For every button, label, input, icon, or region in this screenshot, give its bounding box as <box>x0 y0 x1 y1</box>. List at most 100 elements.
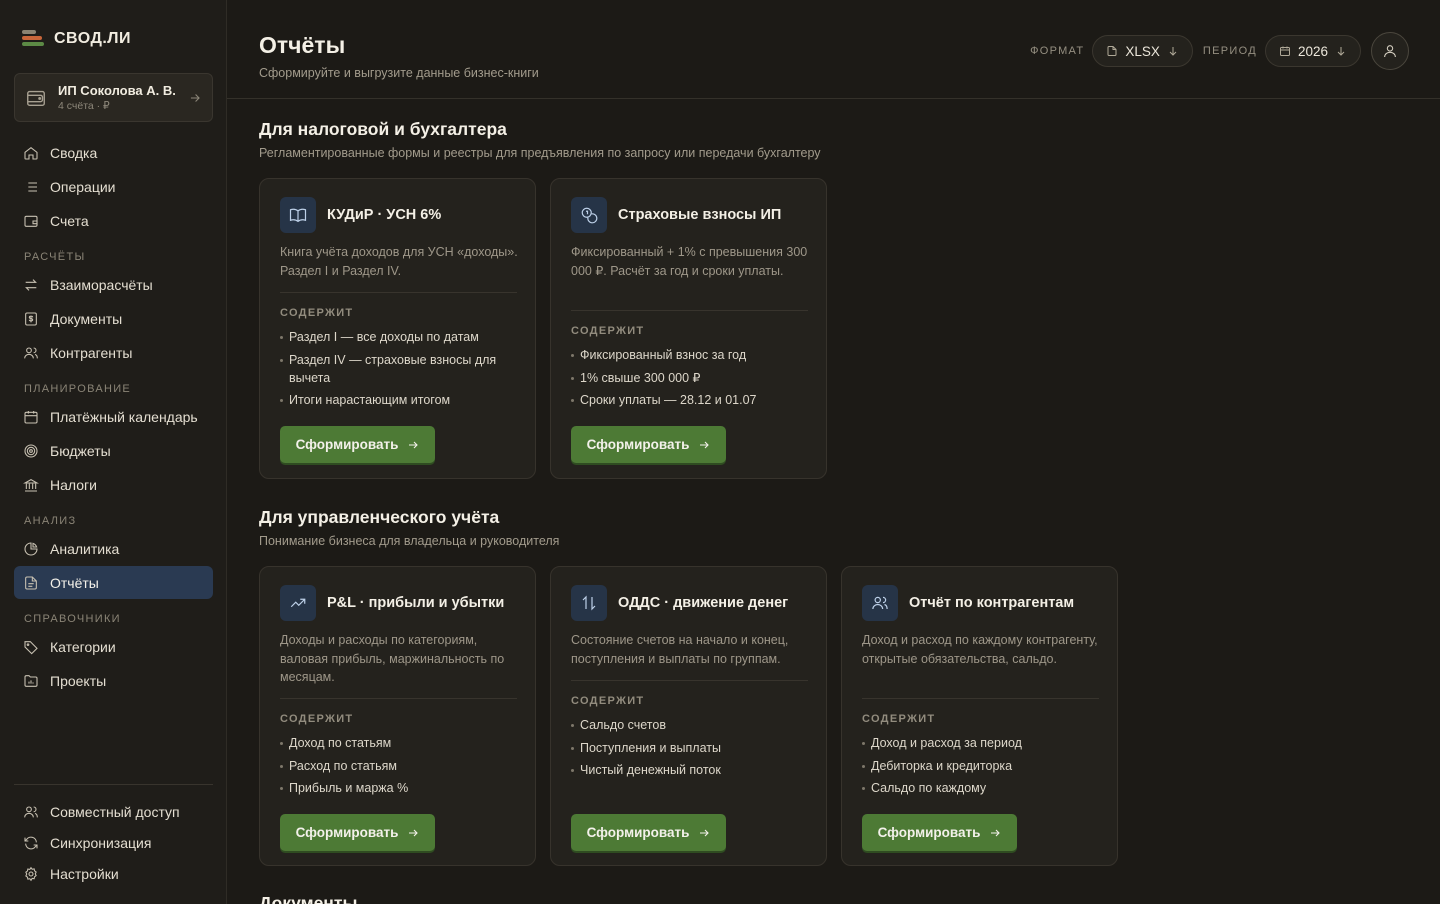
nav-item-projects[interactable]: Проекты <box>14 664 213 697</box>
nav-item-taxes[interactable]: Налоги <box>14 468 213 501</box>
refresh-icon <box>24 836 38 850</box>
button-label: Сформировать <box>586 825 690 840</box>
report-card-insurance: Страховые взносы ИП Фиксированный + 1% с… <box>550 178 827 479</box>
secondary-nav: Совместный доступ Синхронизация Настройк… <box>14 797 213 890</box>
nav-group-settlements: РАСЧЁТЫ <box>24 251 86 263</box>
nav-item-summary[interactable]: Сводка <box>14 136 213 169</box>
nav-item-categories[interactable]: Категории <box>14 630 213 663</box>
nav-item-operations[interactable]: Операции <box>14 170 213 203</box>
calendar-icon <box>1279 46 1290 56</box>
users-icon <box>24 806 38 818</box>
nav-item-sharing[interactable]: Совместный доступ <box>14 797 213 827</box>
nav-label: Категории <box>50 638 116 655</box>
generate-button[interactable]: Сформировать <box>571 426 726 463</box>
card-divider <box>862 698 1099 699</box>
account-name: ИП Соколова А. В. <box>58 83 176 98</box>
contains-label: СОДЕРЖИТ <box>280 713 354 725</box>
list-item: 1% свыше 300 000 ₽ <box>571 369 811 387</box>
nav-label: Бюджеты <box>50 442 111 459</box>
nav-item-sync[interactable]: Синхронизация <box>14 828 213 858</box>
target-icon <box>24 443 38 458</box>
nav-item-mutual-settlements[interactable]: Взаиморасчёты <box>14 268 213 301</box>
list-item: Фиксированный взнос за год <box>571 346 811 364</box>
section-title-management: Для управленческого учёта <box>259 507 500 527</box>
home-icon <box>24 146 38 160</box>
arrow-right-icon <box>190 93 200 102</box>
dollar-doc-icon <box>25 311 37 326</box>
sidebar: СВОД.ЛИ ИП Соколова А. В. 4 счёта · ₽ Св… <box>0 0 227 904</box>
nav-label: Синхронизация <box>50 835 152 851</box>
contains-label: СОДЕРЖИТ <box>280 307 354 319</box>
users-icon <box>862 585 898 621</box>
list-item: Раздел I — все доходы по датам <box>280 328 520 346</box>
card-title: ОДДС · движение денег <box>618 595 789 611</box>
wallet-icon <box>24 215 38 227</box>
arrow-right-icon <box>991 829 1001 836</box>
list-item: Итоги нарастающим итогом <box>280 391 520 409</box>
list-item: Сроки уплаты — 28.12 и 01.07 <box>571 391 811 409</box>
contains-label: СОДЕРЖИТ <box>571 695 645 707</box>
nav-item-payment-calendar[interactable]: Платёжный календарь <box>14 400 213 433</box>
list-item: Поступления и выплаты <box>571 739 811 757</box>
file-icon <box>1107 46 1117 56</box>
card-title: Отчёт по контрагентам <box>909 595 1075 611</box>
nav-label: Проекты <box>50 672 107 689</box>
user-avatar[interactable] <box>1371 32 1409 70</box>
nav-label: Платёжный календарь <box>50 408 198 425</box>
nav-item-accounts[interactable]: Счета <box>14 204 213 237</box>
folder-chart-icon <box>24 674 38 687</box>
nav-item-analytics[interactable]: Аналитика <box>14 532 213 565</box>
contains-list: Раздел I — все доходы по датам Раздел IV… <box>280 328 520 414</box>
nav-group-planning: ПЛАНИРОВАНИЕ <box>24 383 132 395</box>
generate-button[interactable]: Сформировать <box>280 814 435 851</box>
nav-item-settings[interactable]: Настройки <box>14 859 213 889</box>
button-label: Сформировать <box>877 825 981 840</box>
card-divider <box>280 292 517 293</box>
nav-item-counterparties[interactable]: Контрагенты <box>14 336 213 369</box>
section-subtitle-tax: Регламентированные формы и реестры для п… <box>259 146 821 160</box>
generate-button[interactable]: Сформировать <box>571 814 726 851</box>
pie-chart-icon <box>24 541 38 555</box>
list-item: Чистый денежный поток <box>571 761 811 779</box>
nav-label: Сводка <box>50 144 98 161</box>
card-divider <box>280 698 517 699</box>
book-icon <box>280 197 316 233</box>
nav-label: Взаиморасчёты <box>50 276 153 293</box>
format-select[interactable]: XLSX <box>1092 35 1193 67</box>
brand[interactable]: СВОД.ЛИ <box>22 30 131 48</box>
list-item: Раздел IV — страховые взносы для вычета <box>280 351 520 387</box>
user-icon <box>1384 45 1396 58</box>
section-title-tax: Для налоговой и бухгалтера <box>259 119 507 139</box>
nav-item-reports[interactable]: Отчёты <box>14 566 213 599</box>
format-label: ФОРМАТ <box>1030 45 1085 57</box>
generate-button[interactable]: Сформировать <box>280 426 435 463</box>
card-description: Книга учёта доходов для УСН «доходы». Ра… <box>280 245 518 278</box>
page-title: Отчёты <box>259 32 346 58</box>
nav-label: Настройки <box>50 866 119 882</box>
nav-label: Контрагенты <box>50 344 133 361</box>
card-description: Доход и расход по каждому контрагенту, о… <box>862 633 1098 666</box>
button-label: Сформировать <box>295 437 399 452</box>
card-title: КУДиР · УСН 6% <box>327 207 442 223</box>
contains-list: Доход и расход за период Дебиторка и кре… <box>862 734 1102 802</box>
arrow-right-icon <box>409 441 419 448</box>
arrow-down-icon <box>1337 47 1345 56</box>
logo-icon <box>22 30 44 48</box>
file-text-icon <box>25 575 37 590</box>
generate-button[interactable]: Сформировать <box>862 814 1017 851</box>
list-item: Дебиторка и кредиторка <box>862 757 1102 775</box>
arrow-right-icon <box>700 441 710 448</box>
arrow-down-icon <box>1169 47 1177 56</box>
arrow-right-icon <box>409 829 419 836</box>
format-value: XLSX <box>1125 43 1160 59</box>
nav-group-references: СПРАВОЧНИКИ <box>24 613 121 625</box>
period-select[interactable]: 2026 <box>1264 35 1361 67</box>
arrow-right-icon <box>700 829 710 836</box>
arrows-up-down-icon <box>571 585 607 621</box>
card-divider <box>571 310 808 311</box>
section-subtitle-management: Понимание бизнеса для владельца и руково… <box>259 534 560 548</box>
account-switcher[interactable]: ИП Соколова А. В. 4 счёта · ₽ <box>14 73 213 122</box>
nav-item-budgets[interactable]: Бюджеты <box>14 434 213 467</box>
gear-icon <box>25 866 37 882</box>
nav-item-documents[interactable]: Документы <box>14 302 213 335</box>
